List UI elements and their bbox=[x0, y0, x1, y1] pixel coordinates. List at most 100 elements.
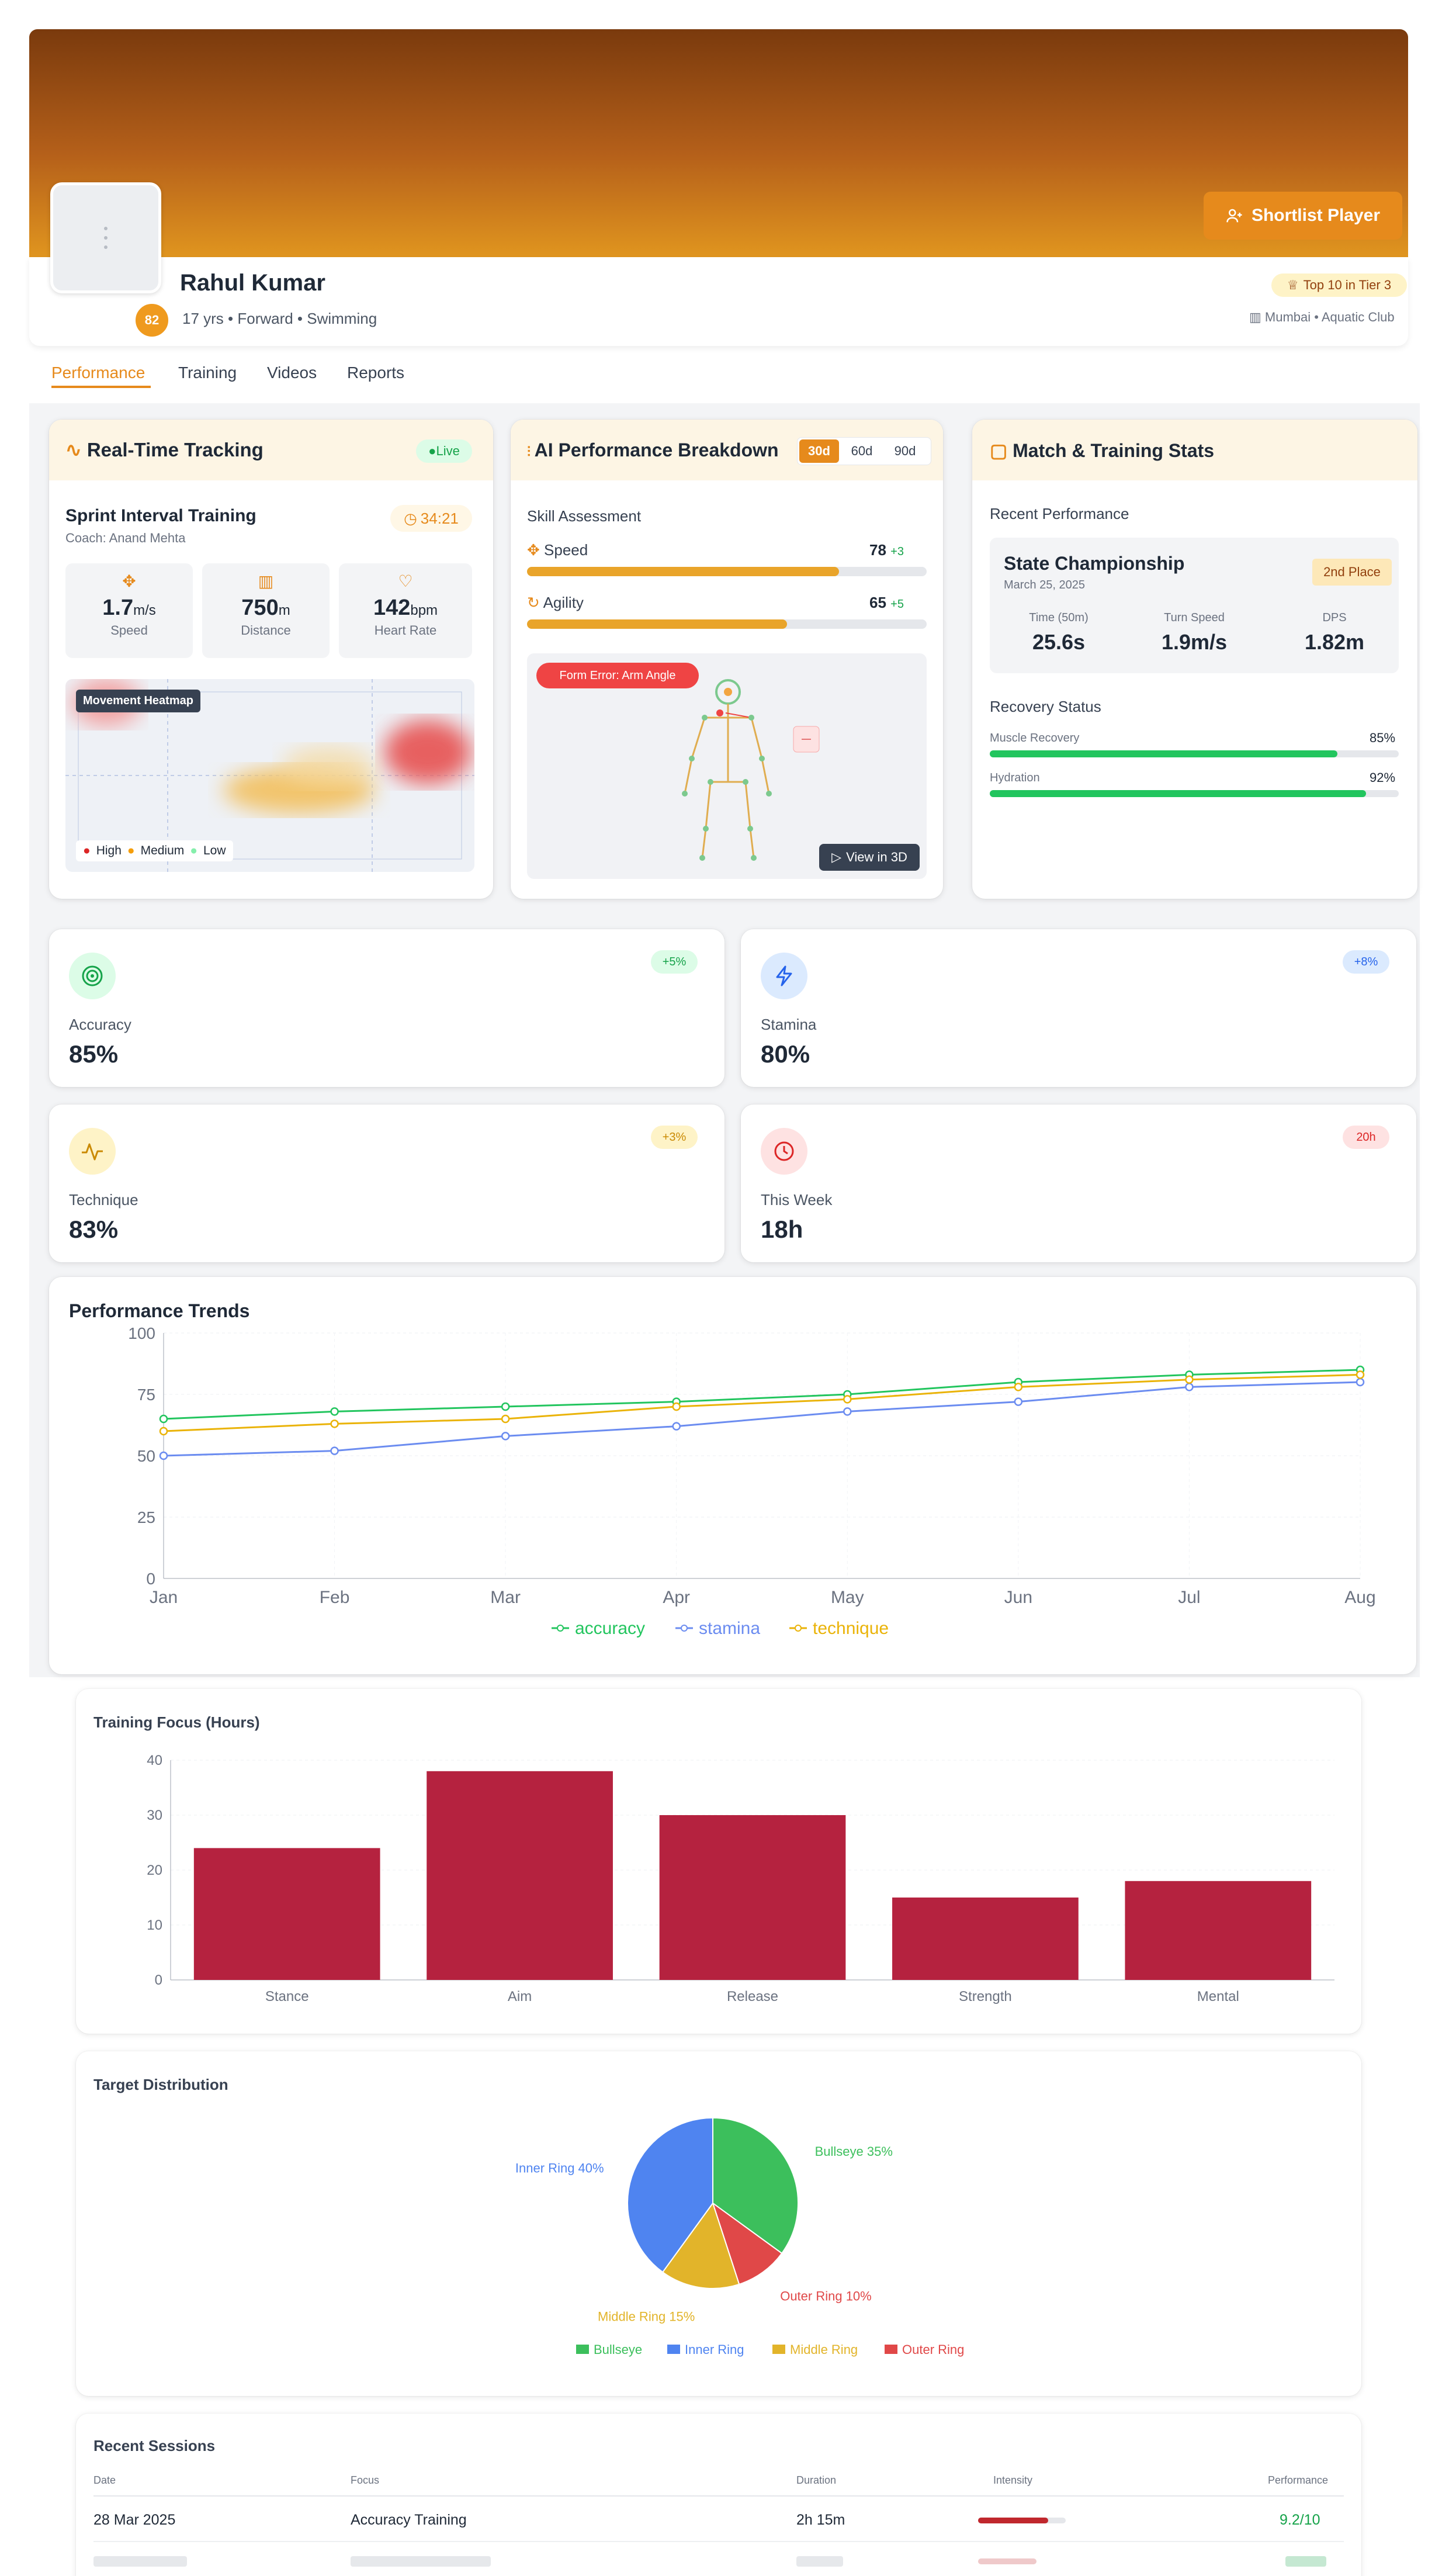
tracking-card: ∿ Real-Time Tracking ● Live Sprint Inter… bbox=[49, 420, 493, 899]
stat-time-label: Time (50m) bbox=[1029, 611, 1089, 624]
activity-icon bbox=[69, 1128, 116, 1175]
data-point-technique bbox=[843, 1395, 852, 1404]
player-meta: 17 yrs • Forward • Swimming bbox=[182, 310, 377, 327]
performance-trends-card: Performance Trends 0 25 50 75 100 Jan Feb Mar Ap… bbox=[49, 1277, 1416, 1674]
movement-heatmap: Movement Heatmap ● High ● Medium ● Low bbox=[65, 679, 474, 872]
x-tick-label: Jun bbox=[1004, 1588, 1032, 1607]
target-distribution-card: Target Distribution Bullseye 35% Outer Ri… bbox=[76, 2051, 1361, 2396]
table-row[interactable]: 28 Mar 2025 Accuracy Training 2h 15m 9.2… bbox=[76, 2497, 1361, 2541]
ai-title-text: AI Performance Breakdown bbox=[534, 439, 779, 461]
tab-active-indicator bbox=[51, 386, 151, 388]
event-name: State Championship bbox=[1004, 553, 1185, 574]
table-row-partial bbox=[93, 2554, 1344, 2571]
trophy-icon: ♕ bbox=[1287, 278, 1299, 292]
view-3d-label: View in 3D bbox=[846, 850, 907, 864]
tab-performance[interactable]: Performance bbox=[51, 363, 145, 382]
sessions-title: Recent Sessions bbox=[93, 2437, 216, 2454]
data-point-stamina bbox=[672, 1422, 681, 1431]
map-icon: ▥ bbox=[258, 572, 274, 590]
tab-reports[interactable]: Reports bbox=[347, 363, 404, 382]
speed-icon: ✥ bbox=[122, 572, 136, 590]
accuracy-label: Accuracy bbox=[69, 1016, 131, 1033]
kpi-this-week: 20h This Week 18h bbox=[741, 1105, 1416, 1262]
row-intensity-fill bbox=[978, 2518, 1048, 2523]
data-point-technique bbox=[501, 1414, 510, 1424]
y-tick-label: 50 bbox=[137, 1447, 155, 1465]
skill-speed-label: Speed bbox=[544, 541, 588, 559]
heart-rate-value: 142 bbox=[373, 595, 411, 620]
skill-agility-value: 65 bbox=[869, 594, 886, 611]
stamina-value: 80% bbox=[761, 1040, 810, 1068]
building-icon: ▥ bbox=[1249, 310, 1265, 324]
row-date: 28 Mar 2025 bbox=[93, 2512, 176, 2528]
y-tick-label: 0 bbox=[146, 1570, 155, 1588]
series-line-technique bbox=[163, 1373, 1361, 1432]
x-tick-label: May bbox=[831, 1588, 864, 1607]
data-point-technique bbox=[330, 1419, 339, 1428]
shortlist-button[interactable]: Shortlist Player bbox=[1204, 192, 1402, 240]
recent-title: Recent Performance bbox=[990, 505, 1129, 522]
technique-badge: +3% bbox=[651, 1126, 698, 1149]
legend-swatch bbox=[772, 2345, 785, 2354]
tab-training[interactable]: Training bbox=[178, 363, 237, 382]
pie-label: Middle Ring 15% bbox=[598, 2310, 695, 2324]
data-point-stamina bbox=[843, 1407, 852, 1416]
x-tick-label: Aim bbox=[508, 1989, 532, 2004]
legend-medium: Medium bbox=[140, 844, 185, 857]
range-90d[interactable]: 90d bbox=[885, 439, 925, 463]
pie-label: Outer Ring 10% bbox=[780, 2289, 872, 2304]
legend-swatch bbox=[667, 2345, 680, 2354]
skill-speed-score: 78 +3 bbox=[869, 541, 904, 559]
range-60d[interactable]: 60d bbox=[841, 439, 882, 463]
skill-agility-label: Agility bbox=[543, 594, 584, 611]
metric-speed: ✥ 1.7m/s Speed bbox=[65, 563, 193, 658]
data-point-stamina bbox=[1185, 1383, 1194, 1391]
data-point-stamina bbox=[501, 1432, 510, 1441]
kpi-technique: +3% Technique 83% bbox=[49, 1105, 724, 1262]
live-badge: ● Live bbox=[416, 439, 472, 463]
recent-sessions-card: Recent Sessions Date Focus Duration Inte… bbox=[76, 2414, 1361, 2576]
view-3d-button[interactable]: ▷ View in 3D bbox=[819, 844, 920, 871]
timer-text: 34:21 bbox=[420, 509, 459, 527]
bar-aim bbox=[427, 1771, 613, 1980]
data-point-stamina bbox=[1014, 1397, 1023, 1406]
bar-release bbox=[659, 1815, 846, 1980]
y-tick-label: 25 bbox=[137, 1508, 155, 1526]
kpi-accuracy: +5% Accuracy 85% bbox=[49, 929, 724, 1087]
stat-time-value: 25.6s bbox=[1032, 630, 1086, 654]
stamina-badge: +8% bbox=[1343, 950, 1389, 974]
recovery-title: Recovery Status bbox=[990, 698, 1101, 715]
range-30d[interactable]: 30d bbox=[799, 439, 839, 463]
skill-speed-bar bbox=[527, 567, 927, 576]
legend-high: High bbox=[96, 844, 122, 857]
distance-value: 750 bbox=[241, 595, 279, 620]
clock-icon: ◷ bbox=[404, 509, 417, 527]
x-tick-label: Stance bbox=[265, 1989, 309, 2004]
bar-chart-icon: ⫶ bbox=[527, 444, 535, 460]
match-title-text: Match & Training Stats bbox=[1013, 440, 1215, 461]
tab-videos[interactable]: Videos bbox=[267, 363, 317, 382]
match-title: ▢ Match & Training Stats bbox=[990, 439, 1214, 462]
legend-marker-accuracy bbox=[557, 1625, 564, 1632]
muscle-recovery-label: Muscle Recovery bbox=[990, 732, 1080, 745]
y-tick-label: 100 bbox=[128, 1324, 155, 1342]
x-tick-label: Release bbox=[727, 1989, 778, 2004]
skill-speed-fill bbox=[527, 567, 839, 576]
speed-value: 1.7 bbox=[102, 595, 134, 620]
skill-speed-delta: +3 bbox=[890, 545, 904, 558]
y-tick-label: 0 bbox=[155, 1972, 162, 1988]
pose-analysis: Form Error: Arm Angle ▷ View in 3D bbox=[527, 653, 927, 879]
legend-swatch bbox=[576, 2345, 589, 2354]
skill-agility-delta: +5 bbox=[890, 598, 904, 611]
data-point-stamina bbox=[159, 1451, 168, 1460]
distance-unit: m bbox=[278, 603, 290, 618]
this-week-badge: 20h bbox=[1343, 1126, 1389, 1149]
bar-stance bbox=[193, 1848, 380, 1980]
heart-rate-unit: bpm bbox=[410, 603, 438, 618]
accuracy-value: 85% bbox=[69, 1040, 119, 1068]
header-duration: Duration bbox=[796, 2474, 837, 2486]
data-point-technique bbox=[159, 1427, 168, 1436]
legend-swatch bbox=[885, 2345, 897, 2354]
skill-agility-score: 65 +5 bbox=[869, 594, 904, 612]
this-week-label: This Week bbox=[761, 1191, 833, 1209]
